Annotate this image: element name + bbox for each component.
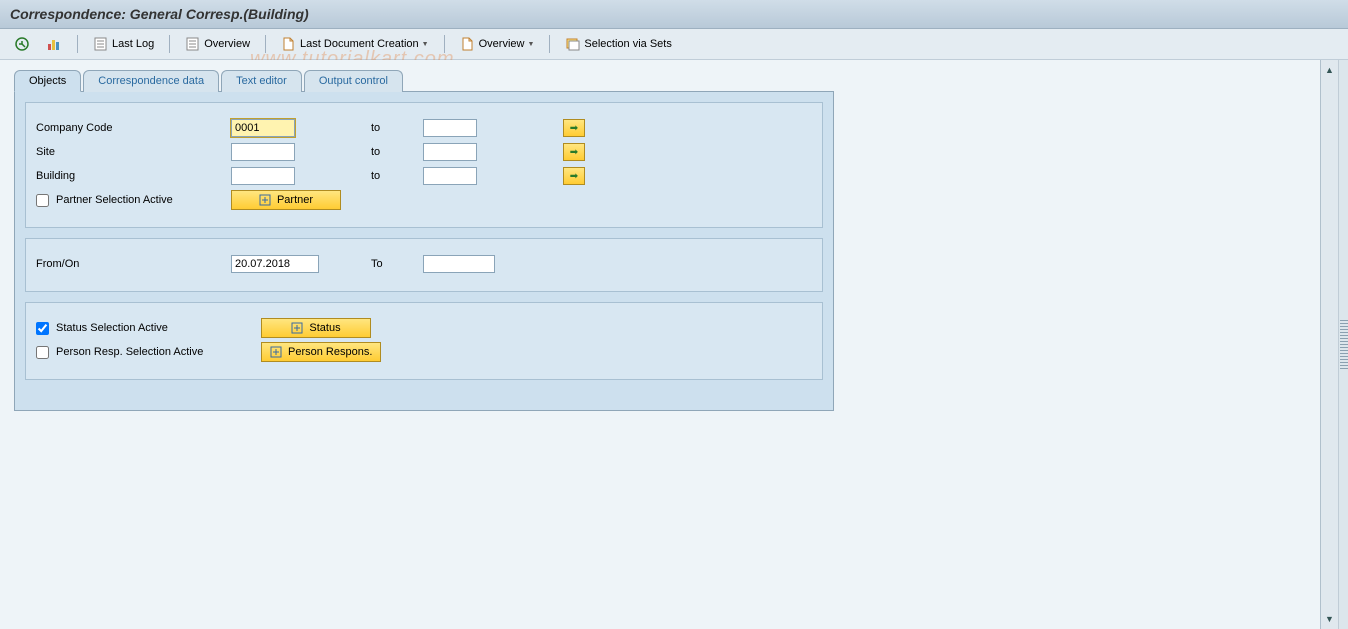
toolbar-divider [444,35,445,53]
tab-correspondence-data-label: Correspondence data [98,75,204,87]
tab-objects[interactable]: Objects [14,70,81,92]
row-building: Building to ➡ [36,165,812,187]
person-respons-button-label: Person Respons. [288,346,372,358]
document-icon [460,36,476,52]
label-site: Site [36,146,231,158]
person-resp-selection-checkbox[interactable] [36,346,49,359]
from-date-input[interactable] [231,255,319,273]
list-icon [93,36,109,52]
content-pane: Objects Correspondence data Text editor … [0,60,1320,629]
toolbar-divider [549,35,550,53]
label-to: to [371,146,423,158]
label-from-on: From/On [36,258,231,270]
expand-icon [291,322,303,334]
selection-group-main: Company Code to ➡ Sit [25,102,823,228]
tab-correspondence-data[interactable]: Correspondence data [83,70,219,92]
last-doc-creation-label: Last Document Creation [300,38,419,50]
row-person-resp-selection: Person Resp. Selection Active Person Res… [36,341,812,363]
arrow-right-icon: ➡ [570,171,578,182]
building-from-input[interactable] [231,167,295,185]
building-range-button[interactable]: ➡ [563,167,585,185]
status-button[interactable]: Status [261,318,371,338]
selection-via-sets-label: Selection via Sets [584,38,671,50]
person-respons-button[interactable]: Person Respons. [261,342,381,362]
tab-objects-label: Objects [29,75,66,87]
site-range-button[interactable]: ➡ [563,143,585,161]
last-doc-creation-button[interactable]: Last Document Creation ▼ [277,34,433,54]
selection-via-sets-button[interactable]: Selection via Sets [561,34,675,54]
label-person-resp-selection: Person Resp. Selection Active [36,346,261,359]
expand-icon [270,346,282,358]
sets-icon [565,36,581,52]
tab-text-editor[interactable]: Text editor [221,70,302,92]
chart-button[interactable] [42,34,66,54]
arrow-right-icon: ➡ [570,147,578,158]
partner-button-label: Partner [277,194,313,206]
vertical-scrollbar[interactable]: ▲ ▼ [1320,60,1338,629]
company-code-to-input[interactable] [423,119,477,137]
site-to-input[interactable] [423,143,477,161]
toolbar-divider [169,35,170,53]
partner-selection-checkbox[interactable] [36,194,49,207]
partner-button[interactable]: Partner [231,190,341,210]
arrow-right-icon: ➡ [570,123,578,134]
building-to-input[interactable] [423,167,477,185]
last-log-button[interactable]: Last Log [89,34,158,54]
status-button-label: Status [309,322,340,334]
tab-strip: Objects Correspondence data Text editor … [14,70,1310,92]
execute-icon [14,36,30,52]
list-icon [185,36,201,52]
toolbar-divider [265,35,266,53]
status-selection-text: Status Selection Active [56,322,168,334]
row-partner-selection: Partner Selection Active Partner [36,189,812,211]
company-code-from-input[interactable] [231,119,295,137]
tab-output-control[interactable]: Output control [304,70,403,92]
application-toolbar: Last Log Overview Last Document Creation… [0,29,1348,60]
chart-icon [46,36,62,52]
label-to-cap: To [371,258,423,270]
label-status-selection: Status Selection Active [36,322,261,335]
label-partner-selection: Partner Selection Active [36,194,231,207]
scroll-up-button[interactable]: ▲ [1323,63,1337,77]
status-group: Status Selection Active Status [25,302,823,380]
overview1-button[interactable]: Overview [181,34,254,54]
document-icon [281,36,297,52]
row-status-selection: Status Selection Active Status [36,317,812,339]
chevron-down-icon: ▼ [527,41,534,48]
chevron-down-icon: ▼ [422,41,429,48]
last-log-label: Last Log [112,38,154,50]
scroll-down-button[interactable]: ▼ [1323,612,1337,626]
expand-icon [259,194,271,206]
overview2-button[interactable]: Overview ▼ [456,34,539,54]
to-date-input[interactable] [423,255,495,273]
row-company-code: Company Code to ➡ [36,117,812,139]
date-group: From/On To [25,238,823,292]
person-resp-selection-text: Person Resp. Selection Active [56,346,203,358]
label-building: Building [36,170,231,182]
overview2-label: Overview [479,38,525,50]
tab-text-editor-label: Text editor [236,75,287,87]
label-to: to [371,122,423,134]
title-bar: Correspondence: General Corresp.(Buildin… [0,0,1348,29]
site-from-input[interactable] [231,143,295,161]
row-from-on: From/On To [36,253,812,275]
toolbar-divider [77,35,78,53]
company-code-range-button[interactable]: ➡ [563,119,585,137]
label-company-code: Company Code [36,122,231,134]
partner-selection-text: Partner Selection Active [56,194,173,206]
label-to: to [371,170,423,182]
grip-icon [1340,320,1348,370]
main-area: Objects Correspondence data Text editor … [0,60,1348,629]
tab-output-control-label: Output control [319,75,388,87]
tab-panel-objects: Company Code to ➡ Sit [14,91,834,411]
page-title: Correspondence: General Corresp.(Buildin… [10,6,309,22]
side-panel-toggle[interactable] [1338,60,1348,629]
overview1-label: Overview [204,38,250,50]
execute-button[interactable] [10,34,34,54]
status-selection-checkbox[interactable] [36,322,49,335]
row-site: Site to ➡ [36,141,812,163]
